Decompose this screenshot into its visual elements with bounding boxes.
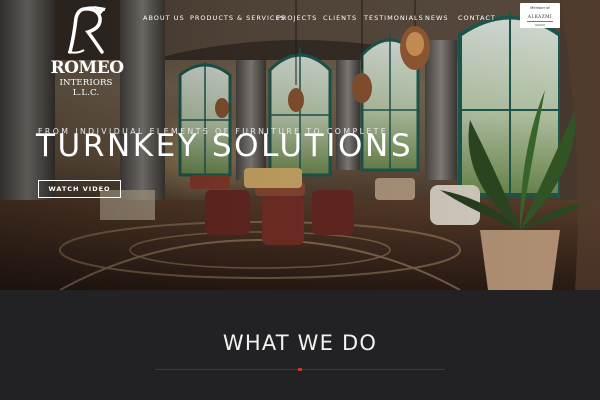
nav-item-contact[interactable]: CONTACT	[458, 14, 496, 22]
member-badge-divider	[527, 21, 553, 22]
hero-banner: ROMEO INTERIORS L.L.C. ABOUT US PRODUCTS…	[0, 0, 600, 290]
nav-item-clients[interactable]: CLIENTS	[323, 14, 357, 22]
brand-logo[interactable]: ROMEO INTERIORS L.L.C.	[46, 6, 126, 98]
member-badge-caption: Member of	[530, 6, 550, 10]
nav-item-about-us[interactable]: ABOUT US	[143, 14, 185, 22]
member-badge-name: ALKAZMI	[527, 14, 553, 19]
logo-monogram-icon	[67, 6, 106, 54]
member-badge-foot: GROUP	[534, 22, 546, 27]
what-we-do-section: WHAT WE DO	[0, 290, 600, 400]
nav-item-projects[interactable]: PROJECTS	[277, 14, 317, 22]
nav-item-products-services[interactable]: PRODUCTS & SERVICES	[190, 14, 286, 22]
nav-item-testimonials[interactable]: TESTIMONIALS	[364, 14, 424, 22]
brand-name: ROMEO	[50, 58, 124, 78]
brand-subtitle: INTERIORS L.L.C.	[59, 78, 113, 98]
hero-title: TURNKEY SOLUTIONS	[36, 128, 414, 164]
watch-video-button[interactable]: WATCH VIDEO	[38, 180, 121, 198]
section-divider-accent	[298, 368, 302, 371]
member-of-badge[interactable]: Member of ALKAZMI GROUP	[520, 3, 560, 28]
nav-item-news[interactable]: NEWS	[425, 14, 449, 22]
section-title: WHAT WE DO	[222, 331, 378, 355]
